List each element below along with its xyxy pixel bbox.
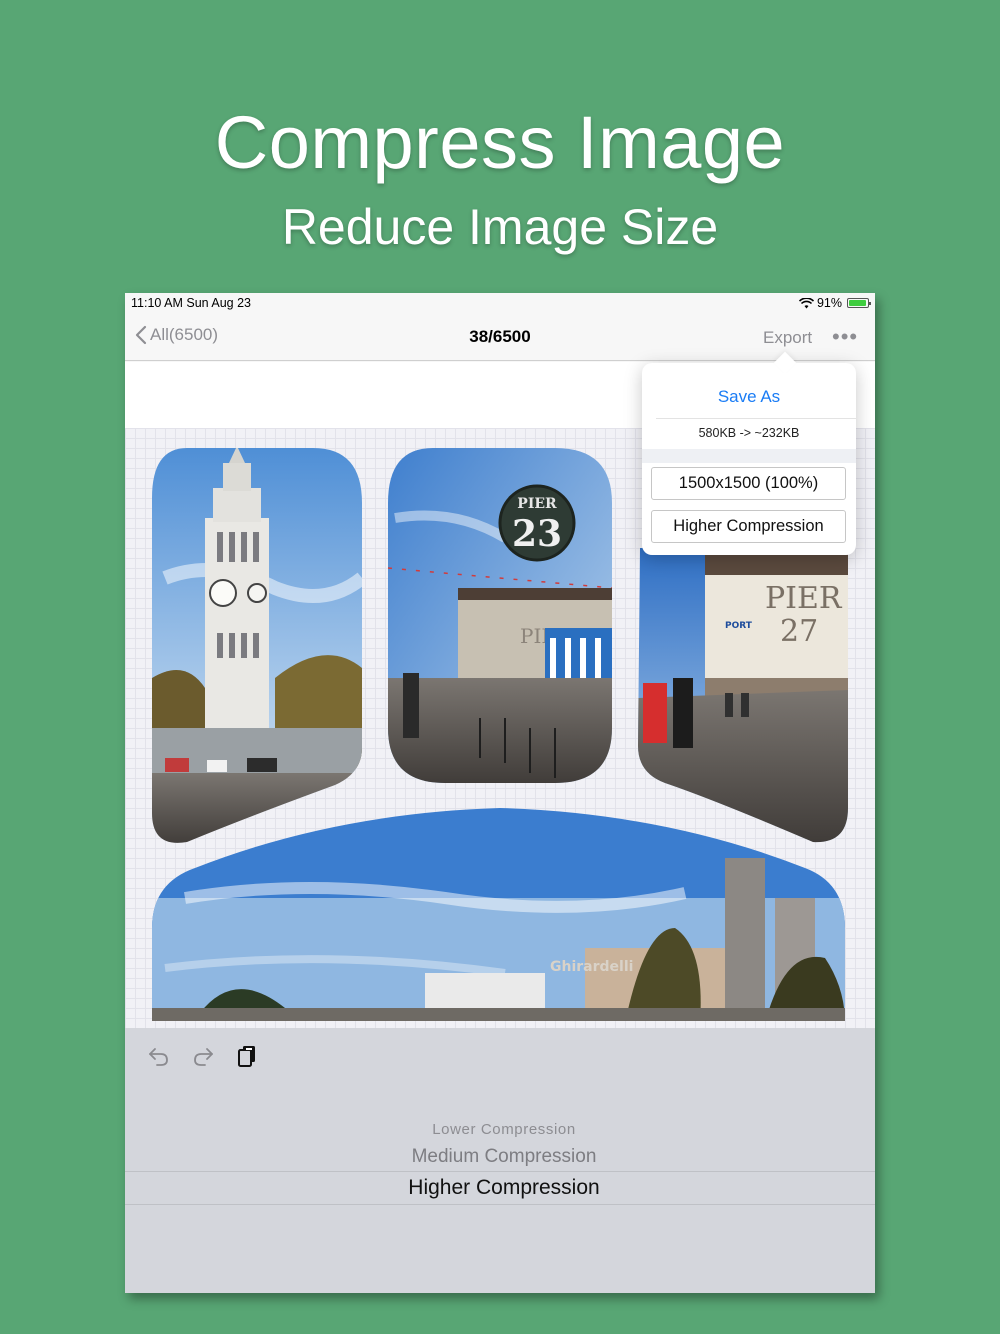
svg-text:Ghirardelli: Ghirardelli — [550, 959, 633, 975]
navigation-bar: All(6500) 38/6500 Export ••• — [125, 313, 875, 361]
bottom-panel: Lower Compression Medium Compression Hig… — [125, 1028, 875, 1293]
ipad-screen: 11:10 AM Sun Aug 23 91% All(6500) 38/650… — [125, 293, 875, 1293]
wifi-icon — [798, 297, 814, 308]
undo-icon[interactable] — [147, 1044, 171, 1068]
picker-option-higher[interactable]: Higher Compression — [125, 1176, 875, 1200]
battery-percent: 91% — [816, 296, 842, 310]
export-popover: Save As 580KB -> ~232KB 1500x1500 (100%)… — [642, 351, 856, 555]
picker-selection-top-line — [125, 1171, 875, 1172]
save-as-button[interactable]: Save As — [642, 387, 856, 407]
popover-section-gap — [642, 449, 856, 463]
battery-icon — [847, 298, 871, 308]
picker-option-lower[interactable]: Lower Compression — [125, 1121, 875, 1138]
svg-text:PIER: PIER — [517, 496, 557, 512]
svg-text:27: 27 — [780, 614, 818, 649]
promo-title: Compress Image — [214, 101, 786, 184]
svg-text:PIER: PIER — [765, 581, 843, 616]
svg-text:PORT: PORT — [725, 621, 753, 631]
compression-level-button[interactable]: Higher Compression — [651, 510, 846, 543]
picker-selection-bottom-line — [125, 1204, 875, 1205]
status-bar: 11:10 AM Sun Aug 23 91% — [125, 293, 875, 313]
photo-waterfront-panorama[interactable]: Ghirardelli — [152, 808, 845, 1023]
promo-subtitle: Reduce Image Size — [281, 199, 719, 255]
svg-text:23: 23 — [512, 513, 562, 555]
photo-pier-23[interactable]: PIER 23 PIER — [388, 448, 612, 788]
popover-divider — [656, 418, 856, 419]
redo-icon[interactable] — [191, 1044, 215, 1068]
picker-option-medium[interactable]: Medium Compression — [125, 1146, 875, 1168]
status-time: 11:10 AM Sun Aug 23 — [131, 296, 252, 310]
status-indicators: 91% — [798, 296, 871, 310]
export-button[interactable]: Export — [763, 328, 812, 348]
photo-pier-27[interactable]: PIER 27 PORT — [638, 548, 848, 848]
file-size-estimate: 580KB -> ~232KB — [698, 426, 800, 440]
copy-icon[interactable] — [235, 1044, 259, 1068]
photo-clock-tower[interactable] — [152, 446, 362, 848]
resolution-button[interactable]: 1500x1500 (100%) — [651, 467, 846, 500]
more-options-button[interactable]: ••• — [832, 324, 858, 350]
